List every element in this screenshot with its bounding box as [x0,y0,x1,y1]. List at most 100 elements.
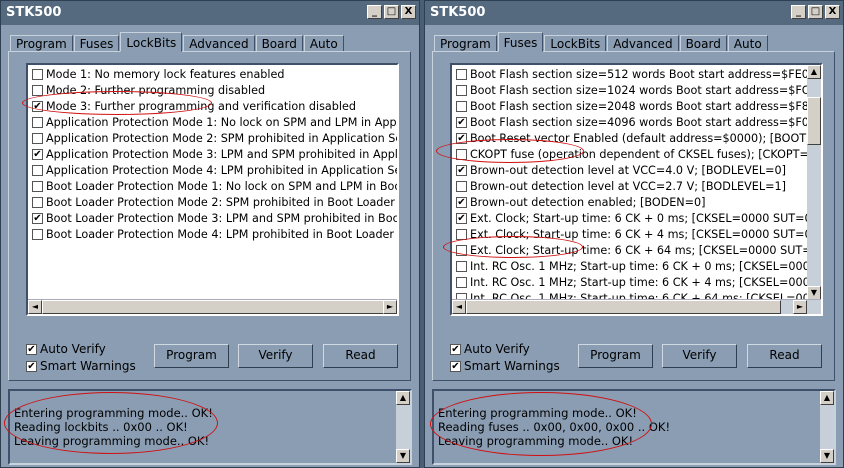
list-item[interactable]: Ext. Clock; Start-up time: 6 CK + 4 ms; … [452,227,821,243]
program-button[interactable]: Program [154,344,229,368]
auto-verify-checkbox[interactable]: ✔ [450,344,461,355]
item-checkbox[interactable] [32,117,43,128]
list-item[interactable]: ✔ Brown-out detection level at VCC=4.0 V;… [452,163,807,179]
item-checkbox[interactable] [456,277,467,288]
minimize-button[interactable]: _ [791,5,806,19]
auto-verify-checkbox[interactable]: ✔ [26,344,37,355]
list-item[interactable]: Brown-out detection level at VCC=2.7 V; … [452,179,807,195]
maximize-button[interactable]: □ [808,5,823,19]
tab-auto[interactable]: Auto [727,35,768,52]
read-button[interactable]: Read [323,344,398,368]
list-item[interactable]: Boot Loader Protection Mode 4: LPM prohi… [28,227,397,243]
scroll-down-button[interactable]: ▼ [396,449,410,463]
tab-auto[interactable]: Auto [303,35,344,52]
scroll-thumb[interactable] [807,97,821,145]
list-item[interactable]: Application Protection Mode 4: LPM prohi… [28,163,397,179]
scroll-down-button[interactable]: ▼ [807,286,821,300]
list-item[interactable]: Boot Flash section size=1024 words Boot … [452,83,821,99]
item-checkbox[interactable]: ✔ [456,213,467,224]
smart-warnings-option[interactable]: ✔ Smart Warnings [450,359,560,373]
tab-advanced[interactable]: Advanced [607,35,679,52]
list-item[interactable]: Int. RC Osc. 1 MHz; Start-up time: 6 CK … [452,275,821,291]
item-checkbox[interactable] [32,85,43,96]
item-checkbox[interactable]: ✔ [456,117,467,128]
verify-button[interactable]: Verify [238,344,313,368]
list-item[interactable]: Ext. Clock; Start-up time: 6 CK + 64 ms;… [452,243,821,259]
smart-warnings-checkbox[interactable]: ✔ [26,361,37,372]
item-checkbox[interactable] [32,69,43,80]
close-button[interactable]: X [825,5,840,19]
scroll-up-button[interactable]: ▲ [820,391,834,405]
program-button[interactable]: Program [578,344,653,368]
title-bar[interactable]: STK500 _ □ X [1,1,419,25]
item-checkbox[interactable]: ✔ [456,197,467,208]
list-item[interactable]: Boot Flash section size=2048 words Boot … [452,99,821,115]
list-item[interactable]: Application Protection Mode 2: SPM prohi… [28,131,397,147]
list-item[interactable]: Mode 1: No memory lock features enabled [28,67,397,83]
log-scrollbar[interactable]: ▲ ▼ [396,391,410,463]
list-item[interactable]: ✔ Ext. Clock; Start-up time: 6 CK + 0 ms;… [452,211,821,227]
list-item[interactable]: ✔ Application Protection Mode 3: LPM and … [28,147,397,163]
list-item[interactable]: Boot Flash section size=512 words Boot s… [452,67,821,83]
item-checkbox[interactable] [456,149,467,160]
lockbits-list[interactable]: Mode 1: No memory lock features enabled M… [26,63,399,316]
list-item[interactable]: ✔ Boot Flash section size=4096 words Boot… [452,115,821,131]
item-checkbox[interactable] [456,69,467,80]
scroll-right-button[interactable]: ► [793,300,807,314]
item-checkbox[interactable]: ✔ [32,149,43,160]
tab-advanced[interactable]: Advanced [183,35,255,52]
list-item[interactable]: Boot Loader Protection Mode 1: No lock o… [28,179,397,195]
tab-lockbits[interactable]: LockBits [544,35,607,52]
scroll-right-button[interactable]: ► [383,300,397,314]
tab-fuses[interactable]: Fuses [497,32,544,52]
item-checkbox[interactable] [456,261,467,272]
item-checkbox[interactable]: ✔ [32,101,43,112]
item-checkbox[interactable] [32,181,43,192]
tab-board[interactable]: Board [255,35,303,52]
list-item[interactable]: Mode 2: Further programming disabled [28,83,397,99]
log-scrollbar[interactable]: ▲ ▼ [820,391,834,463]
scroll-up-button[interactable]: ▲ [396,391,410,405]
item-checkbox[interactable] [456,229,467,240]
item-checkbox[interactable]: ✔ [456,133,467,144]
verify-button[interactable]: Verify [662,344,737,368]
item-checkbox[interactable]: ✔ [456,165,467,176]
title-bar[interactable]: STK500 _ □ X [425,1,843,25]
auto-verify-option[interactable]: ✔ Auto Verify [26,342,106,356]
item-checkbox[interactable] [32,229,43,240]
vertical-scrollbar[interactable]: ▲ ▼ [807,65,821,300]
tab-fuses[interactable]: Fuses [73,35,120,52]
read-button[interactable]: Read [747,344,822,368]
scroll-thumb[interactable] [42,300,386,314]
close-button[interactable]: X [401,5,416,19]
list-item[interactable]: Boot Loader Protection Mode 2: SPM prohi… [28,195,397,211]
scroll-thumb[interactable] [466,300,781,314]
horizontal-scrollbar[interactable]: ◄ ► [28,299,397,314]
item-checkbox[interactable] [32,133,43,144]
horizontal-scrollbar[interactable]: ◄ ► [452,299,821,314]
list-item[interactable]: ✔ Brown-out detection enabled; [BODEN=0] [452,195,807,211]
list-item[interactable]: Int. RC Osc. 1 MHz; Start-up time: 6 CK … [452,259,821,275]
scroll-up-button[interactable]: ▲ [807,65,821,79]
list-item[interactable]: ✔ Mode 3: Further programming and verific… [28,99,397,115]
smart-warnings-option[interactable]: ✔ Smart Warnings [26,359,136,373]
item-checkbox[interactable] [456,101,467,112]
item-checkbox[interactable] [456,85,467,96]
item-checkbox[interactable] [456,245,467,256]
list-item[interactable]: CKOPT fuse (operation dependent of CKSEL… [452,147,820,163]
tab-program[interactable]: Program [10,35,73,52]
tab-program[interactable]: Program [434,35,497,52]
list-item[interactable]: ✔ Boot Loader Protection Mode 3: LPM and … [28,211,397,227]
item-checkbox[interactable] [456,181,467,192]
auto-verify-option[interactable]: ✔ Auto Verify [450,342,530,356]
minimize-button[interactable]: _ [367,5,382,19]
tab-board[interactable]: Board [679,35,727,52]
tab-lockbits[interactable]: LockBits [120,32,183,52]
scroll-left-button[interactable]: ◄ [28,300,42,314]
item-checkbox[interactable]: ✔ [32,213,43,224]
smart-warnings-checkbox[interactable]: ✔ [450,361,461,372]
maximize-button[interactable]: □ [384,5,399,19]
fuses-list[interactable]: Boot Flash section size=512 words Boot s… [450,63,823,316]
list-item[interactable]: Application Protection Mode 1: No lock o… [28,115,397,131]
scroll-down-button[interactable]: ▼ [820,449,834,463]
